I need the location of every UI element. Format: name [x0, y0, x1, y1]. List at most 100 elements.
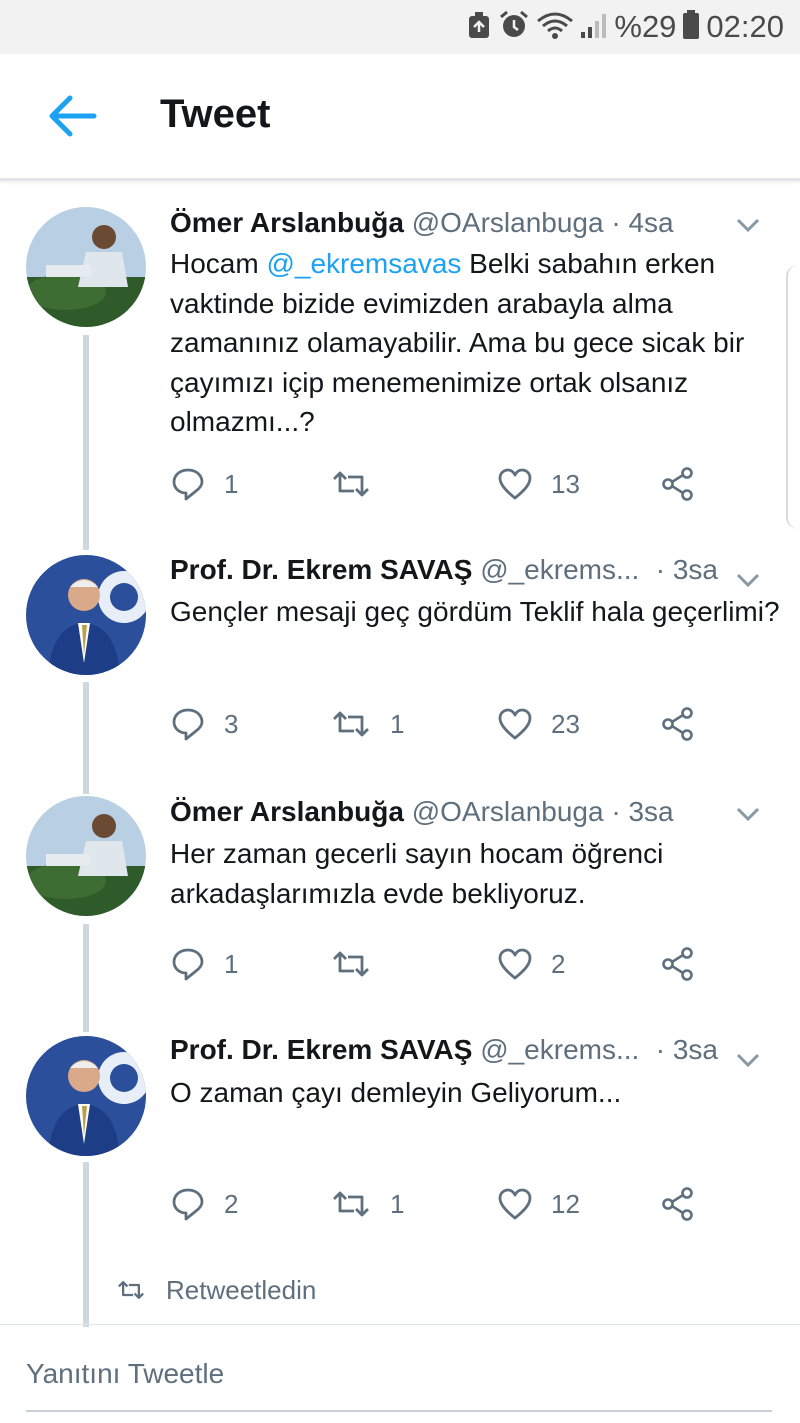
- retweet-button[interactable]: [330, 464, 390, 504]
- avatar[interactable]: [26, 1036, 146, 1156]
- share-icon: [662, 947, 693, 981]
- thread-connector: [83, 1018, 89, 1032]
- avatar[interactable]: [26, 207, 146, 327]
- thread-connector: [83, 682, 89, 782]
- reply-button[interactable]: 2: [170, 1184, 238, 1224]
- reply-icon: [172, 1188, 204, 1221]
- like-button[interactable]: 23: [497, 704, 580, 744]
- tweet-actions: 1 2: [170, 944, 710, 984]
- like-count: 12: [551, 1188, 580, 1219]
- battery-icon: [682, 9, 700, 45]
- heart-icon: [498, 708, 532, 740]
- thread-connector: [83, 534, 89, 550]
- author-handle[interactable]: @_ekrems...: [480, 554, 639, 585]
- retweet-count: 1: [390, 1188, 405, 1219]
- retweet-button[interactable]: [330, 944, 390, 984]
- tweet-header: Prof. Dr. Ekrem SAVAŞ @_ekrems... · 3sa: [170, 1034, 780, 1074]
- retweet-icon: [333, 471, 369, 497]
- thread-connector: [83, 924, 89, 1028]
- reply-input[interactable]: Yanıtını Tweetle: [26, 1358, 224, 1390]
- author-name[interactable]: Prof. Dr. Ekrem SAVAŞ: [170, 554, 472, 585]
- heart-icon: [498, 948, 532, 980]
- share-button[interactable]: [660, 944, 696, 984]
- retweet-icon: [333, 1191, 369, 1217]
- thread-connector: [83, 335, 89, 550]
- reply-icon: [172, 468, 204, 501]
- retweeted-label: Retweetledin: [166, 1274, 317, 1305]
- like-count: 13: [551, 468, 580, 499]
- reply-count: 3: [224, 708, 239, 739]
- separator: ·: [655, 1034, 666, 1065]
- tweet-time: 3sa: [628, 796, 674, 827]
- tweet-time: 4sa: [628, 207, 674, 238]
- retweet-button[interactable]: 1: [330, 704, 404, 744]
- tweet-time-group: · 3sa: [656, 554, 718, 586]
- like-button[interactable]: 12: [497, 1184, 580, 1224]
- tweet-text: O zaman çayı demleyin Geliyorum...: [170, 1077, 622, 1108]
- tweet-text: Gençler mesaji geç gördüm Teklif hala ge…: [170, 596, 780, 627]
- top-app-bar: Tweet: [0, 54, 800, 181]
- retweet-icon: [333, 711, 369, 737]
- reply-button[interactable]: 3: [170, 704, 238, 744]
- reply-input-underline: [26, 1410, 772, 1412]
- share-icon: [662, 467, 693, 501]
- thread-connector: [83, 1162, 89, 1327]
- retweet-button[interactable]: 1: [330, 1184, 404, 1224]
- tweet-header: Ömer Arslanbuğa @OArslanbuga · 3sa: [170, 796, 780, 836]
- avatar[interactable]: [26, 796, 146, 916]
- status-bar: %29 02:20: [0, 0, 800, 54]
- like-count: 2: [551, 948, 566, 979]
- thread-connector: [83, 780, 89, 794]
- chevron-down-icon[interactable]: [736, 572, 760, 588]
- tweet-actions: 3 1 23: [170, 704, 710, 744]
- chevron-down-icon[interactable]: [736, 217, 760, 233]
- reply-count: 1: [224, 948, 239, 979]
- like-count: 23: [551, 708, 580, 739]
- reply-button[interactable]: 1: [170, 944, 238, 984]
- tweet-actions: 1 13: [170, 464, 710, 504]
- like-button[interactable]: 2: [497, 944, 565, 984]
- separator: ·: [611, 207, 621, 238]
- tweet-text-part: Hocam: [170, 248, 267, 279]
- tweet-time-group: · 3sa: [656, 1034, 718, 1066]
- separator: ·: [611, 796, 621, 827]
- author-name[interactable]: Prof. Dr. Ekrem SAVAŞ: [170, 1034, 472, 1065]
- retweet-icon: [333, 951, 369, 977]
- share-icon: [662, 707, 693, 741]
- scroll-indicator: [786, 265, 800, 529]
- author-handle[interactable]: @OArslanbuga: [412, 796, 604, 827]
- author-handle[interactable]: @OArslanbuga: [412, 207, 604, 238]
- tweet-header: Ömer Arslanbuğa @OArslanbuga · 4sa: [170, 207, 780, 247]
- retweet-count: 1: [390, 708, 405, 739]
- mention-link[interactable]: @_ekremsavas: [266, 248, 461, 279]
- chevron-down-icon[interactable]: [736, 1052, 760, 1068]
- tweet-time: 3sa: [672, 1034, 718, 1065]
- wifi-icon: [536, 9, 574, 46]
- author-handle[interactable]: @_ekrems...: [480, 1034, 639, 1065]
- page-title: Tweet: [160, 92, 271, 136]
- arrow-left-icon: [49, 95, 97, 137]
- separator: ·: [655, 554, 666, 585]
- divider: [0, 1324, 800, 1325]
- tweet-header: Prof. Dr. Ekrem SAVAŞ @_ekrems... · 3sa: [170, 554, 780, 594]
- reply-count: 2: [224, 1188, 239, 1219]
- share-button[interactable]: [660, 704, 696, 744]
- like-button[interactable]: 13: [497, 464, 580, 504]
- author-name[interactable]: Ömer Arslanbuğa: [170, 207, 404, 238]
- reply-button[interactable]: 1: [170, 464, 238, 504]
- back-button[interactable]: [44, 92, 100, 140]
- battery-percentage: %29: [614, 9, 677, 44]
- heart-icon: [498, 468, 532, 500]
- share-button[interactable]: [660, 1184, 696, 1224]
- share-icon: [662, 1187, 693, 1221]
- avatar[interactable]: [26, 555, 146, 675]
- reply-icon: [172, 948, 204, 981]
- tweet-actions: 2 1 12: [170, 1184, 710, 1224]
- clock: 02:20: [706, 9, 784, 44]
- tweet-text: Hocam @_ekremsavas Belki sabahın erken v…: [170, 244, 780, 442]
- share-button[interactable]: [660, 464, 696, 504]
- chevron-down-icon[interactable]: [736, 806, 760, 822]
- author-name[interactable]: Ömer Arslanbuğa: [170, 796, 404, 827]
- reply-count: 1: [224, 468, 239, 499]
- recycle-icon: [466, 10, 492, 45]
